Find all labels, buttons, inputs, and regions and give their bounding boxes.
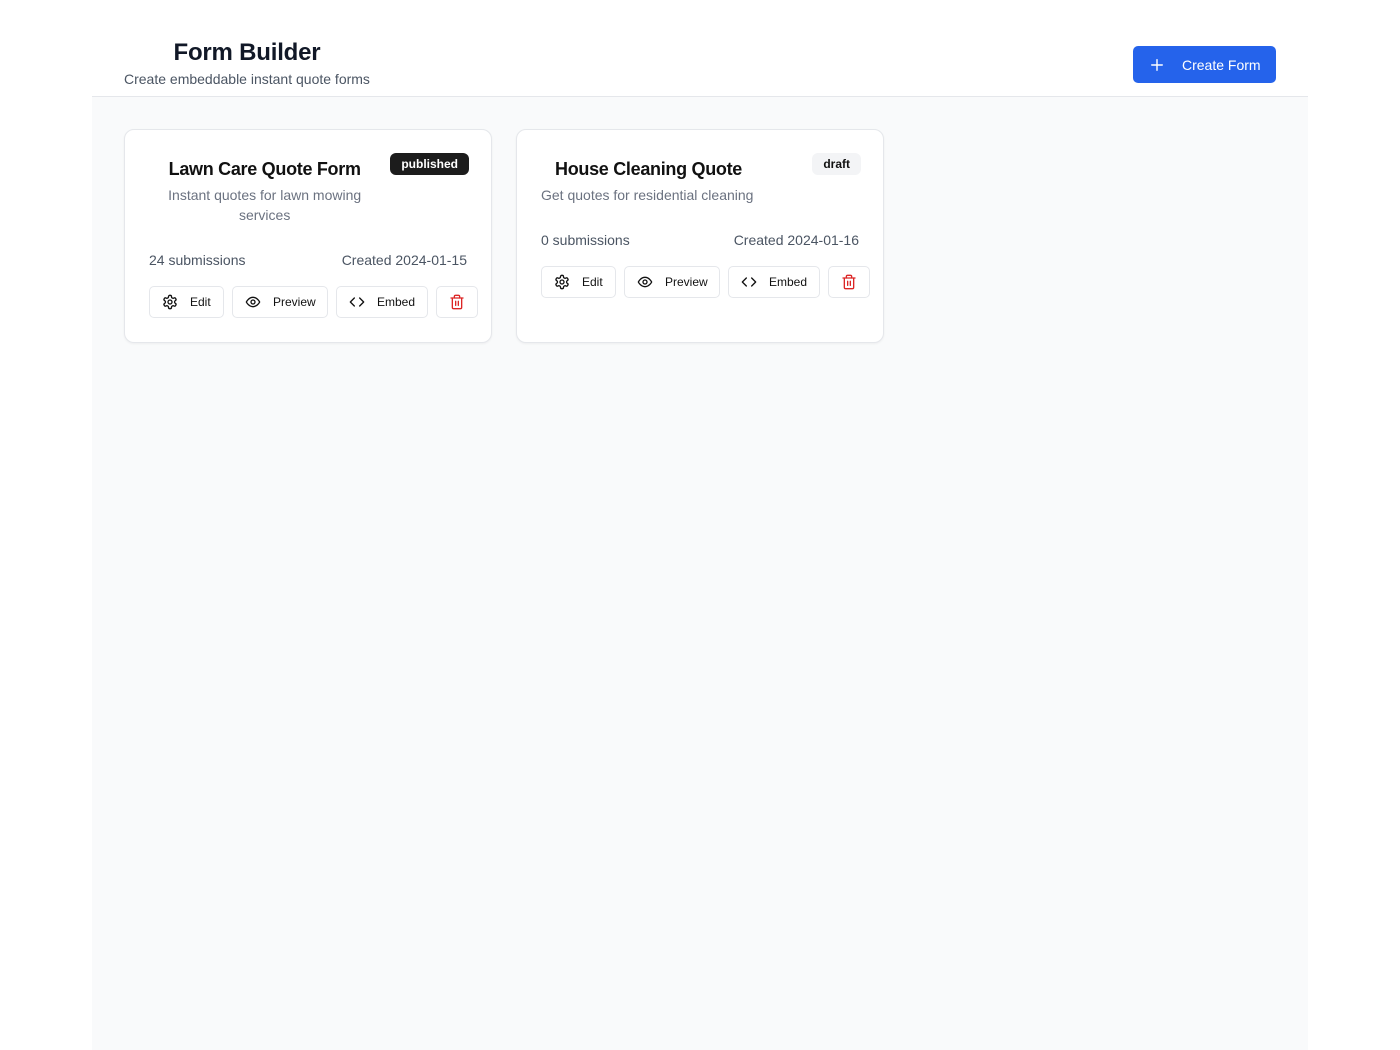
delete-button[interactable] [436,286,478,318]
form-description: Instant quotes for lawn mowing services [168,187,362,223]
form-card-header: House Cleaning Quote Get quotes for resi… [541,153,861,205]
app-shell: Form Builder Create embeddable instant q… [92,0,1308,1050]
forms-area: Lawn Care Quote Form Instant quotes for … [92,97,1308,1050]
embed-label: Embed [377,295,416,309]
embed-button[interactable]: Embed [728,266,820,298]
title-block: Form Builder Create embeddable instant q… [124,38,370,89]
eye-icon [245,294,261,310]
submission-count: 24 submissions [149,252,246,268]
form-actions: Edit Preview Embed [149,286,478,318]
create-form-button[interactable]: Create Form [1133,46,1276,83]
form-title: Lawn Care Quote Form [168,159,361,179]
create-form-label: Create Form [1182,56,1261,73]
embed-button[interactable]: Embed [336,286,428,318]
page-title: Form Builder [173,39,321,66]
status-badge: draft [812,153,861,175]
created-date: Created 2024-01-16 [733,232,859,248]
page-header: Form Builder Create embeddable instant q… [92,0,1308,97]
form-title: House Cleaning Quote [555,159,743,179]
created-date: Created 2024-01-15 [341,252,467,268]
gear-icon [554,274,570,290]
form-card-text: Lawn Care Quote Form Instant quotes for … [149,157,390,225]
form-card-text: House Cleaning Quote Get quotes for resi… [541,157,812,205]
edit-label: Edit [582,275,603,289]
edit-button[interactable]: Edit [149,286,224,318]
form-card: House Cleaning Quote Get quotes for resi… [516,129,884,343]
form-card: Lawn Care Quote Form Instant quotes for … [124,129,492,343]
eye-icon [637,274,653,290]
edit-label: Edit [190,295,211,309]
form-meta: 0 submissions Created 2024-01-16 [541,230,859,250]
trash-icon [449,294,465,310]
form-meta: 24 submissions Created 2024-01-15 [149,250,467,270]
plus-icon [1150,58,1164,72]
edit-button[interactable]: Edit [541,266,616,298]
preview-label: Preview [665,275,708,289]
preview-button[interactable]: Preview [232,286,328,318]
preview-label: Preview [273,295,316,309]
page-subtitle: Create embeddable instant quote forms [124,71,370,87]
code-icon [741,274,757,290]
gear-icon [162,294,178,310]
embed-label: Embed [769,275,808,289]
form-actions: Edit Preview Embed [541,266,870,298]
preview-button[interactable]: Preview [624,266,720,298]
delete-button[interactable] [828,266,870,298]
trash-icon [841,274,857,290]
status-badge: published [390,153,469,175]
submission-count: 0 submissions [541,232,630,248]
form-card-header: Lawn Care Quote Form Instant quotes for … [149,153,469,225]
form-description: Get quotes for residential cleaning [541,187,754,203]
code-icon [349,294,365,310]
